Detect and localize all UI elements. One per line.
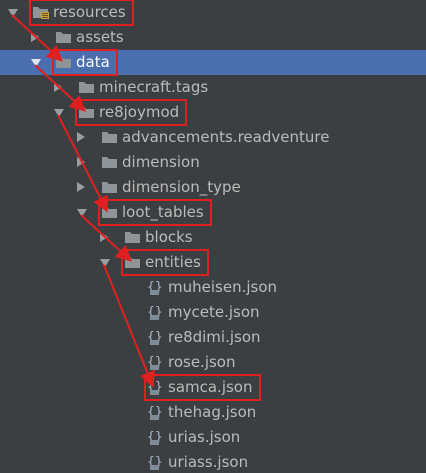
json-file-icon: {} xyxy=(147,279,164,295)
tree-item-label: rose.json xyxy=(168,353,236,371)
tree-item-re8dimi-json[interactable]: {} re8dimi.json xyxy=(0,325,426,350)
chevron-down-icon[interactable] xyxy=(54,109,64,117)
tree-item-loot-tables[interactable]: loot_tables xyxy=(0,200,426,225)
tree-item-re8joymod[interactable]: re8joymod xyxy=(0,100,426,125)
folder-icon xyxy=(55,55,72,69)
tree-item-dimension-type[interactable]: dimension_type xyxy=(0,175,426,200)
tree-item-resources[interactable]: resources xyxy=(0,0,426,25)
tree-item-entities[interactable]: entities xyxy=(0,250,426,275)
tree-item-label: uriass.json xyxy=(168,453,249,471)
chevron-down-icon[interactable] xyxy=(31,59,41,67)
tree-item-label: data xyxy=(76,53,110,71)
folder-icon xyxy=(101,205,118,219)
folder-icon xyxy=(78,80,95,94)
tree-item-samca-json[interactable]: {} samca.json xyxy=(0,375,426,400)
tree-item-urias-json[interactable]: {} urias.json xyxy=(0,425,426,450)
folder-icon xyxy=(101,155,118,169)
folder-icon xyxy=(124,255,141,269)
chevron-right-icon[interactable] xyxy=(31,32,39,42)
tree-item-label: re8dimi.json xyxy=(168,328,261,346)
chevron-down-icon[interactable] xyxy=(77,209,87,217)
json-file-icon: {} xyxy=(147,454,164,470)
json-file-icon: {} xyxy=(147,404,164,420)
tree-item-data[interactable]: data xyxy=(0,50,426,75)
folder-icon xyxy=(55,30,72,44)
tree-item-label: minecraft.tags xyxy=(99,78,209,96)
chevron-right-icon[interactable] xyxy=(77,132,85,142)
tree-item-minecraft-tags[interactable]: minecraft.tags xyxy=(0,75,426,100)
folder-icon xyxy=(124,230,141,244)
json-file-icon: {} xyxy=(147,329,164,345)
json-file-icon: {} xyxy=(147,379,164,395)
chevron-right-icon[interactable] xyxy=(100,232,108,242)
json-file-icon: {} xyxy=(147,354,164,370)
tree-item-blocks[interactable]: blocks xyxy=(0,225,426,250)
folder-icon xyxy=(101,130,118,144)
tree-item-thehag-json[interactable]: {} thehag.json xyxy=(0,400,426,425)
chevron-down-icon[interactable] xyxy=(8,9,18,17)
tree-item-label: urias.json xyxy=(168,428,241,446)
tree-item-label: muheisen.json xyxy=(168,278,278,296)
tree-item-muheisen-json[interactable]: {} muheisen.json xyxy=(0,275,426,300)
tree-item-mycete-json[interactable]: {} mycete.json xyxy=(0,300,426,325)
tree-item-rose-json[interactable]: {} rose.json xyxy=(0,350,426,375)
tree-item-label: thehag.json xyxy=(168,403,257,421)
tree-item-label: mycete.json xyxy=(168,303,260,321)
resources-folder-icon xyxy=(32,5,49,19)
tree-item-dimension[interactable]: dimension xyxy=(0,150,426,175)
tree-item-label: samca.json xyxy=(168,378,253,396)
folder-icon xyxy=(101,180,118,194)
tree-item-assets[interactable]: assets xyxy=(0,25,426,50)
chevron-right-icon[interactable] xyxy=(77,182,85,192)
tree-item-label: dimension xyxy=(122,153,200,171)
project-tree: resources assets data minecraft.tags re8joym… xyxy=(0,0,426,473)
chevron-right-icon[interactable] xyxy=(54,82,62,92)
tree-item-label: entities xyxy=(145,253,201,271)
tree-item-uriass-json[interactable]: {} uriass.json xyxy=(0,450,426,473)
tree-item-advancements-readventure[interactable]: advancements.readventure xyxy=(0,125,426,150)
tree-item-label: assets xyxy=(76,28,124,46)
json-file-icon: {} xyxy=(147,429,164,445)
tree-item-label: advancements.readventure xyxy=(122,128,330,146)
tree-item-label: blocks xyxy=(145,228,193,246)
tree-item-label: re8joymod xyxy=(99,103,180,121)
chevron-down-icon[interactable] xyxy=(100,259,110,267)
json-file-icon: {} xyxy=(147,304,164,320)
tree-item-label: dimension_type xyxy=(122,178,241,196)
folder-icon xyxy=(78,105,95,119)
tree-item-label: resources xyxy=(53,3,126,21)
chevron-right-icon[interactable] xyxy=(77,157,85,167)
tree-item-label: loot_tables xyxy=(122,203,204,221)
